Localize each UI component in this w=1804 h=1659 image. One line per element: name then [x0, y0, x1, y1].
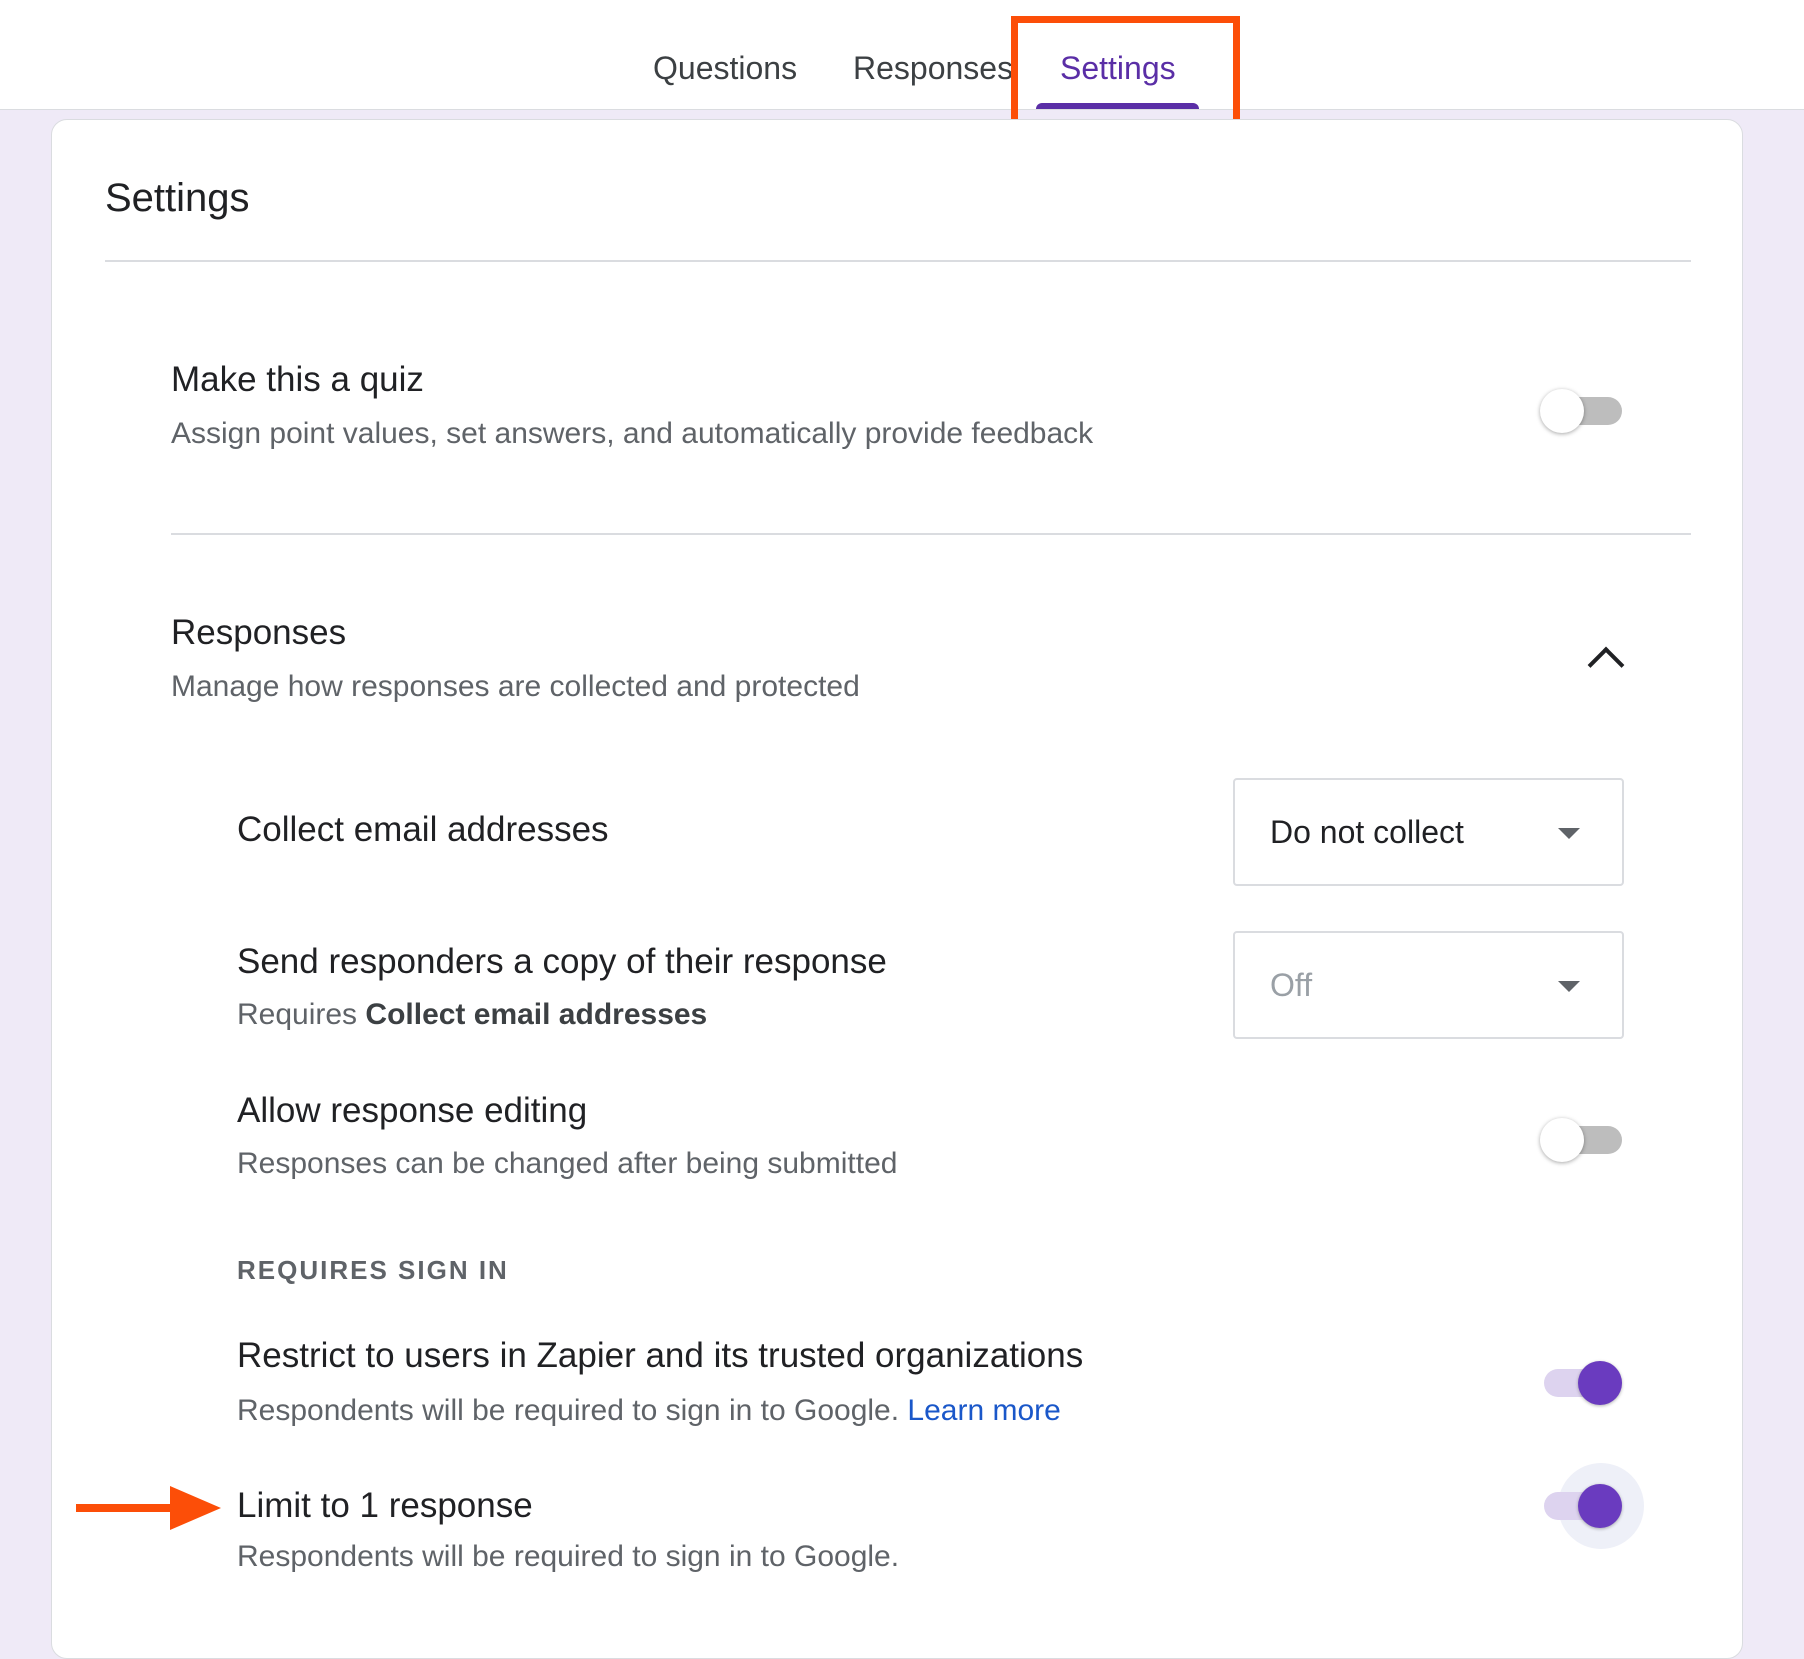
- settings-card: Settings Make this a quiz Assign point v…: [51, 119, 1743, 1659]
- caret-down-icon: [1558, 828, 1580, 839]
- collect-email-value: Do not collect: [1270, 814, 1464, 850]
- learn-more-link[interactable]: Learn more: [907, 1394, 1060, 1427]
- quiz-title: Make this a quiz: [171, 360, 424, 399]
- send-copy-requires-prefix: Requires: [237, 998, 358, 1031]
- send-copy-requires-setting: Collect email addresses: [365, 998, 708, 1031]
- collect-email-dropdown[interactable]: Do not collect: [1233, 778, 1624, 886]
- send-copy-requirement: Requires Collect email addresses: [237, 998, 707, 1032]
- page-title: Settings: [105, 176, 250, 220]
- send-copy-value: Off: [1270, 967, 1313, 1003]
- arrow-right-icon: [76, 1486, 221, 1530]
- restrict-users-toggle[interactable]: [1540, 1359, 1622, 1407]
- quiz-toggle[interactable]: [1540, 387, 1622, 435]
- quiz-description: Assign point values, set answers, and au…: [171, 417, 1094, 450]
- toggle-thumb: [1540, 389, 1584, 433]
- restrict-users-description: Respondents will be required to sign in …: [237, 1394, 900, 1427]
- limit-one-label: Limit to 1 response: [237, 1486, 533, 1525]
- responses-section-description: Manage how responses are collected and p…: [171, 670, 860, 703]
- toggle-thumb: [1540, 1118, 1584, 1162]
- send-copy-dropdown[interactable]: Off: [1233, 931, 1624, 1039]
- chevron-up-icon[interactable]: [1587, 646, 1625, 684]
- toggle-thumb: [1578, 1484, 1622, 1528]
- caret-down-icon: [1558, 981, 1580, 992]
- responses-section-title: Responses: [171, 613, 347, 652]
- limit-one-description: Respondents will be required to sign in …: [237, 1540, 900, 1573]
- quiz-divider: [171, 533, 1691, 535]
- allow-editing-label: Allow response editing: [237, 1091, 588, 1130]
- requires-sign-in-header: REQUIRES SIGN IN: [237, 1255, 509, 1285]
- allow-editing-description: Responses can be changed after being sub…: [237, 1147, 898, 1180]
- tab-bar: Questions Responses Settings: [0, 0, 1804, 110]
- tab-questions[interactable]: Questions: [653, 50, 797, 87]
- restrict-users-label: Restrict to users in Zapier and its trus…: [237, 1336, 1084, 1375]
- title-divider: [105, 260, 1691, 262]
- toggle-thumb: [1578, 1361, 1622, 1405]
- tab-responses[interactable]: Responses: [853, 50, 1013, 87]
- limit-one-toggle[interactable]: [1540, 1482, 1622, 1530]
- allow-editing-toggle[interactable]: [1540, 1116, 1622, 1164]
- send-copy-label: Send responders a copy of their response: [237, 942, 887, 981]
- collect-email-label: Collect email addresses: [237, 810, 609, 849]
- restrict-users-description-line: Respondents will be required to sign in …: [237, 1394, 1061, 1428]
